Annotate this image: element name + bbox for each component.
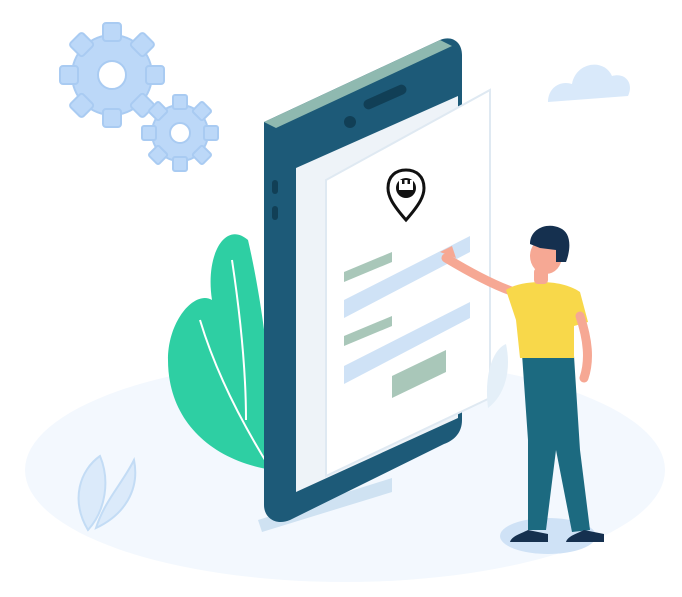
cloud-icon — [548, 64, 631, 102]
onboarding-illustration — [25, 22, 665, 582]
gear-icon — [141, 94, 219, 172]
